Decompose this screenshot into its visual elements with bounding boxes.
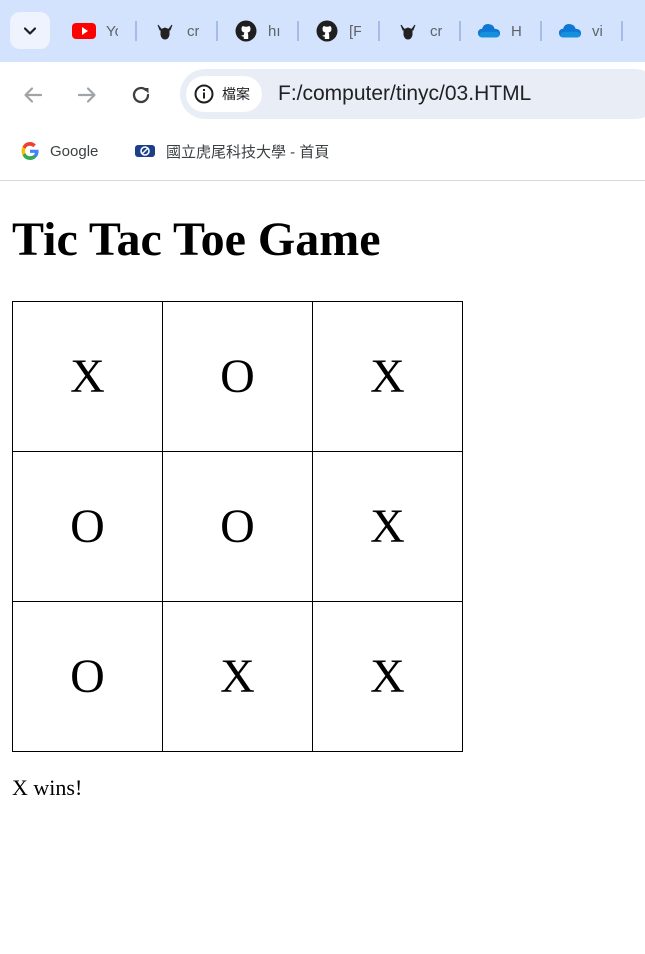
board-cell[interactable]: X (312, 301, 463, 452)
chevron-down-icon (23, 26, 37, 35)
bookmark-google[interactable]: Google (20, 138, 98, 164)
url-text[interactable]: F:/computer/tinyc/03.HTML (278, 82, 531, 106)
board-cell[interactable]: O (12, 451, 163, 602)
cat-icon (396, 19, 420, 43)
tab-onedrive-2[interactable]: vi (542, 14, 623, 48)
back-button[interactable] (18, 80, 48, 110)
board-cell[interactable]: X (162, 601, 313, 752)
tab-title: cr (187, 22, 199, 40)
game-status: X wins! (12, 775, 83, 800)
youtube-icon (72, 19, 96, 43)
tab-list: Yo cr hı [F cr (56, 14, 645, 48)
board-cell[interactable]: O (162, 301, 313, 452)
tab-title: H (511, 22, 522, 40)
reload-icon (132, 86, 150, 104)
github-icon (234, 19, 258, 43)
github-icon (315, 19, 339, 43)
app-icon (639, 19, 645, 43)
arrow-left-icon (24, 87, 43, 103)
board-cell[interactable]: X (312, 451, 463, 602)
bookmark-label: Google (50, 142, 99, 160)
page-title: Tic Tac Toe Game (12, 213, 381, 266)
arrow-right-icon (77, 87, 96, 103)
address-bar[interactable]: 檔案 F:/computer/tinyc/03.HTML (180, 69, 645, 119)
board-cell[interactable]: O (162, 451, 313, 602)
board-cell[interactable]: X (12, 301, 163, 452)
tab-title: Yo (106, 22, 118, 40)
bookmark-label: 國立虎尾科技大學 - 首頁 (166, 143, 330, 161)
university-logo-icon (135, 145, 155, 157)
tab-cr-2[interactable]: cr (380, 14, 461, 48)
site-info-label: 檔案 (222, 86, 250, 102)
page-content: Tic Tac Toe Game X O X O O X O X X X win… (0, 182, 645, 954)
tab-title: [F (349, 22, 361, 40)
tab-github-2[interactable]: [F (299, 14, 380, 48)
game-board: X O X O O X O X X (12, 301, 463, 752)
browser-toolbar: 檔案 F:/computer/tinyc/03.HTML (0, 62, 645, 128)
board-row: O O X (12, 451, 463, 602)
tab-title: cr (430, 22, 442, 40)
tab-onedrive-1[interactable]: H (461, 14, 542, 48)
tab-strip: Yo cr hı [F cr (0, 0, 645, 62)
tab-youtube[interactable]: Yo (56, 14, 137, 48)
reload-button[interactable] (126, 80, 156, 110)
site-info-chip[interactable]: 檔案 (186, 76, 262, 112)
tab-partial[interactable] (623, 14, 645, 48)
tab-cr-1[interactable]: cr (137, 14, 218, 48)
board-cell[interactable]: X (312, 601, 463, 752)
tab-title: hı (268, 22, 280, 40)
board-row: X O X (12, 301, 463, 452)
onedrive-icon (558, 19, 582, 43)
google-icon (21, 142, 39, 160)
bookmark-university[interactable]: 國立虎尾科技大學 - 首頁 (134, 138, 329, 164)
bookmarks-bar: Google 國立虎尾科技大學 - 首頁 (0, 128, 645, 181)
forward-button[interactable] (72, 80, 102, 110)
tab-github-1[interactable]: hı (218, 14, 299, 48)
onedrive-icon (477, 19, 501, 43)
tab-search-button[interactable] (10, 12, 50, 49)
board-row: O X X (12, 601, 463, 752)
info-icon (194, 84, 214, 104)
board-cell[interactable]: O (12, 601, 163, 752)
cat-icon (153, 19, 177, 43)
tab-title: vi (592, 22, 603, 40)
